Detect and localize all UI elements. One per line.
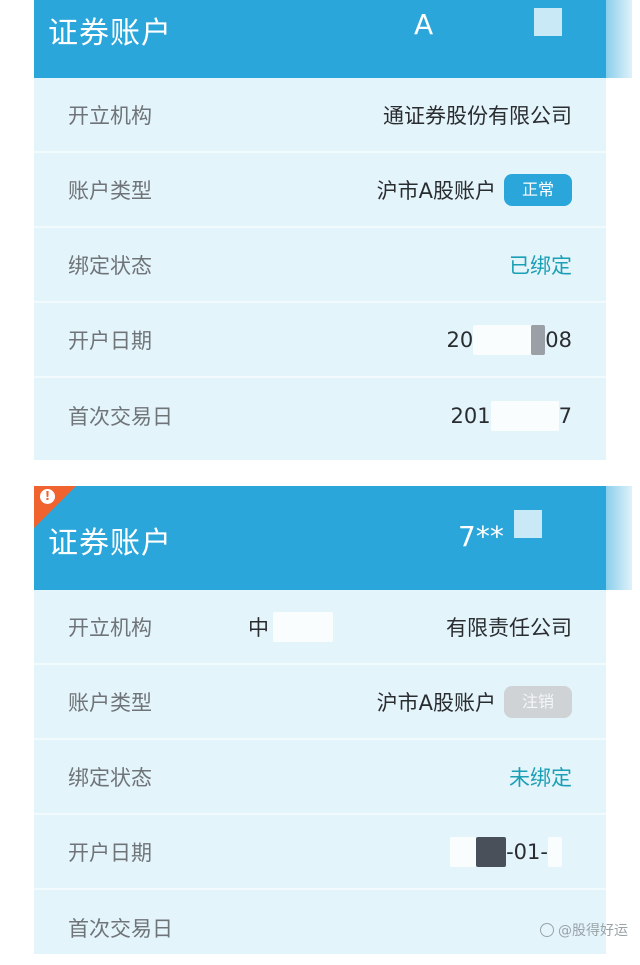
- status-badge: 正常: [503, 173, 572, 206]
- row-account-type: 账户类型 沪市A股账户 正常: [34, 153, 606, 228]
- date-end: 7: [558, 403, 572, 428]
- row-value: 通证券股份有限公司: [383, 103, 572, 128]
- row-binding-status[interactable]: 绑定状态 未绑定: [34, 740, 606, 815]
- row-binding-status[interactable]: 绑定状态 已绑定: [34, 228, 606, 303]
- header-edge-shadow: [606, 486, 632, 590]
- watermark: @股得好运: [540, 920, 628, 940]
- row-open-date: 开户日期 -01-: [34, 815, 606, 890]
- securities-account-card-2[interactable]: ! 证券账户 7** 开立机构 中 有限责任公司 账户类型 沪市A股账户 注销 …: [34, 486, 632, 954]
- date-start: 201: [450, 403, 491, 428]
- row-value: 201 7: [450, 400, 572, 431]
- warning-icon: !: [40, 489, 55, 504]
- binding-status-value[interactable]: 未绑定: [509, 762, 572, 792]
- row-account-type: 账户类型 沪市A股账户 注销: [34, 665, 606, 740]
- row-label: 绑定状态: [68, 253, 152, 278]
- row-label: 首次交易日: [68, 404, 173, 429]
- account-number: A: [414, 8, 434, 41]
- binding-status-value[interactable]: 已绑定: [509, 250, 572, 280]
- card-header: ! 证券账户 7**: [34, 486, 632, 590]
- row-open-date: 开户日期 20 08: [34, 303, 606, 378]
- row-first-trade-date: 首次交易日 201 7: [34, 378, 606, 453]
- row-institution: 开立机构 中 有限责任公司: [34, 590, 606, 665]
- institution-partial-left: 中: [248, 611, 333, 642]
- row-label: 开立机构: [68, 103, 152, 128]
- account-type-text: 沪市A股账户: [376, 178, 496, 203]
- account-type-text: 沪市A股账户: [376, 690, 496, 715]
- row-label: 开立机构: [68, 615, 152, 640]
- card-header: 证券账户 A: [34, 0, 632, 78]
- date-end: 08: [545, 327, 572, 352]
- institution-prefix: 中: [248, 615, 269, 640]
- row-label: 开户日期: [68, 840, 152, 865]
- card-title: 证券账户: [48, 16, 172, 51]
- account-number: 7**: [458, 520, 504, 553]
- status-badge: 注销: [503, 685, 572, 718]
- date-mask-dark: [476, 836, 507, 867]
- watermark-logo-icon: [540, 923, 554, 937]
- watermark-text: @股得好运: [558, 923, 628, 939]
- securities-account-card-1[interactable]: 证券账户 A 开立机构 通证券股份有限公司 账户类型 沪市A股账户 正常 绑定状…: [34, 0, 632, 460]
- date-mask: [548, 836, 562, 867]
- row-value: 有限责任公司: [446, 615, 572, 640]
- account-number-mask: [534, 8, 562, 36]
- row-value: 20 08: [446, 324, 572, 355]
- row-value: 沪市A股账户 注销: [376, 685, 572, 718]
- date-mask-dark: [531, 324, 546, 355]
- date-mask: [473, 324, 532, 355]
- row-label: 账户类型: [68, 178, 152, 203]
- date-partial: -01-: [506, 839, 548, 864]
- row-label: 账户类型: [68, 690, 152, 715]
- row-value: 沪市A股账户 正常: [376, 173, 572, 206]
- date-mask: [450, 836, 477, 867]
- date-start: 20: [446, 327, 474, 352]
- row-institution: 开立机构 通证券股份有限公司: [34, 78, 606, 153]
- row-label: 首次交易日: [68, 916, 173, 941]
- row-label: 绑定状态: [68, 765, 152, 790]
- date-mask: [490, 400, 559, 431]
- row-value: -01-: [450, 836, 562, 867]
- header-edge-shadow: [606, 0, 632, 78]
- account-number-mask: [514, 510, 542, 538]
- row-label: 开户日期: [68, 328, 152, 353]
- card-title: 证券账户: [48, 526, 172, 561]
- institution-mask: [273, 611, 333, 642]
